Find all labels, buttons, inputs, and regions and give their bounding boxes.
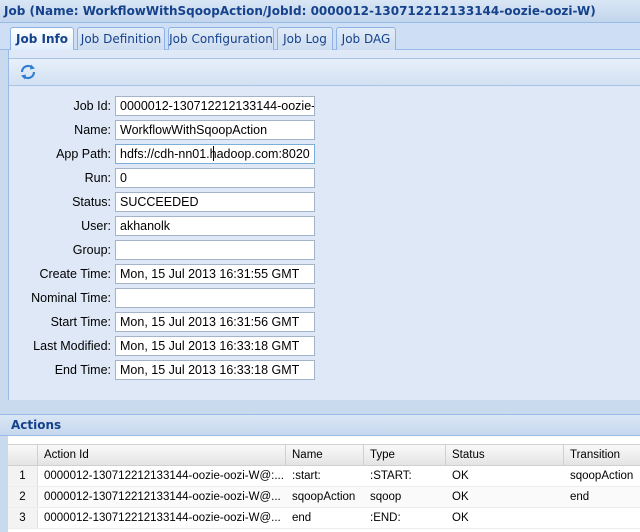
- field-row-nominal-time: Nominal Time:: [9, 288, 640, 308]
- column-header-name[interactable]: Name: [286, 445, 364, 465]
- refresh-button[interactable]: [19, 63, 37, 81]
- cell-action-id: 0000012-130712212133144-oozie-oozi-W@:..…: [44, 470, 284, 482]
- field-row-name: Name: WorkflowWithSqoopAction: [9, 120, 640, 140]
- cell-type: :START:: [370, 470, 412, 482]
- column-header-status[interactable]: Status: [446, 445, 564, 465]
- cell-status: OK: [452, 470, 469, 482]
- job-id-field[interactable]: 0000012-130712212133144-oozie-oozi-W: [115, 96, 315, 116]
- window-title: Job (Name: WorkflowWithSqoopAction/JobId…: [0, 0, 640, 23]
- field-row-run: Run: 0: [9, 168, 640, 188]
- name-label: Name:: [74, 123, 111, 137]
- field-row-end-time: End Time: Mon, 15 Jul 2013 16:33:18 GMT: [9, 360, 640, 380]
- cell-action-id: 0000012-130712212133144-oozie-oozi-W@...: [44, 491, 281, 503]
- panel-splitter[interactable]: [0, 400, 640, 414]
- app-path-field[interactable]: hdfs://cdh-nn01.hadoop.com:8020: [115, 144, 315, 164]
- actions-panel-title: Actions: [0, 414, 640, 436]
- cell-transition: sqoopAction: [570, 470, 634, 482]
- tab-job-dag[interactable]: Job DAG: [336, 27, 396, 50]
- status-field[interactable]: SUCCEEDED: [115, 192, 315, 212]
- end-time-field[interactable]: Mon, 15 Jul 2013 16:33:18 GMT: [115, 360, 315, 380]
- cell-transition: [564, 508, 640, 528]
- field-row-start-time: Start Time: Mon, 15 Jul 2013 16:31:56 GM…: [9, 312, 640, 332]
- create-time-label: Create Time:: [39, 267, 111, 281]
- nominal-time-label: Nominal Time:: [31, 291, 111, 305]
- tab-job-definition[interactable]: Job Definition: [77, 27, 165, 50]
- row-number: 3: [8, 508, 38, 528]
- group-label: Group:: [72, 243, 111, 257]
- run-field[interactable]: 0: [115, 168, 315, 188]
- column-header-action-id[interactable]: Action Id: [38, 445, 286, 465]
- name-field[interactable]: WorkflowWithSqoopAction: [115, 120, 315, 140]
- status-label: Status:: [72, 195, 111, 209]
- job-id-label: Job Id:: [73, 99, 111, 113]
- last-modified-field[interactable]: Mon, 15 Jul 2013 16:33:18 GMT: [115, 336, 315, 356]
- column-header-type[interactable]: Type: [364, 445, 446, 465]
- table-row[interactable]: 2 0000012-130712212133144-oozie-oozi-W@.…: [8, 487, 640, 508]
- create-time-field[interactable]: Mon, 15 Jul 2013 16:31:55 GMT: [115, 264, 315, 284]
- cell-name: end: [292, 512, 312, 524]
- tab-strip: Job Info Job Definition Job Configuratio…: [0, 23, 640, 51]
- cell-name: sqoopAction: [292, 491, 356, 503]
- table-row[interactable]: 3 0000012-130712212133144-oozie-oozi-W@.…: [8, 508, 640, 529]
- field-row-last-modified: Last Modified: Mon, 15 Jul 2013 16:33:18…: [9, 336, 640, 356]
- end-time-label: End Time:: [54, 363, 111, 377]
- row-number: 1: [8, 466, 38, 486]
- field-row-job-id: Job Id: 0000012-130712212133144-oozie-oo…: [9, 96, 640, 116]
- text-caret: [213, 146, 214, 161]
- actions-grid-header: Action Id Name Type Status Transition: [8, 444, 640, 466]
- cell-status: OK: [452, 491, 469, 503]
- field-row-app-path: App Path: hdfs://cdh-nn01.hadoop.com:802…: [9, 144, 640, 164]
- cell-type: :END:: [370, 512, 401, 524]
- cell-action-id: 0000012-130712212133144-oozie-oozi-W@...: [44, 512, 281, 524]
- row-number: 2: [8, 487, 38, 507]
- cell-transition: end: [570, 491, 590, 503]
- column-header-transition[interactable]: Transition: [564, 445, 640, 465]
- field-row-create-time: Create Time: Mon, 15 Jul 2013 16:31:55 G…: [9, 264, 640, 284]
- actions-grid: Action Id Name Type Status Transition 1 …: [8, 436, 640, 532]
- last-modified-label: Last Modified:: [33, 339, 111, 353]
- refresh-icon: [20, 64, 36, 80]
- tab-job-log[interactable]: Job Log: [277, 27, 333, 50]
- field-row-group: Group:: [9, 240, 640, 260]
- user-field[interactable]: akhanolk: [115, 216, 315, 236]
- user-label: User:: [81, 219, 111, 233]
- run-label: Run:: [84, 171, 111, 185]
- app-path-label: App Path:: [56, 147, 111, 161]
- start-time-field[interactable]: Mon, 15 Jul 2013 16:31:56 GMT: [115, 312, 315, 332]
- tab-job-configuration[interactable]: Job Configuration: [168, 27, 274, 50]
- cell-status: OK: [452, 512, 469, 524]
- cell-name: :start:: [292, 470, 321, 482]
- start-time-label: Start Time:: [50, 315, 111, 329]
- job-info-panel: Job Id: 0000012-130712212133144-oozie-oo…: [8, 50, 640, 400]
- cell-type: sqoop: [370, 491, 402, 503]
- column-header-rownum: [8, 445, 38, 465]
- field-row-user: User: akhanolk: [9, 216, 640, 236]
- job-info-toolbar: [9, 58, 640, 86]
- table-row[interactable]: 1 0000012-130712212133144-oozie-oozi-W@:…: [8, 466, 640, 487]
- tab-job-info[interactable]: Job Info: [10, 27, 74, 51]
- field-row-status: Status: SUCCEEDED: [9, 192, 640, 212]
- nominal-time-field[interactable]: [115, 288, 315, 308]
- group-field[interactable]: [115, 240, 315, 260]
